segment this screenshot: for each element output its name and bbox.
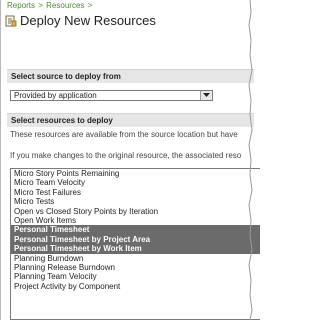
page-title: Deploy New Resources [20, 12, 156, 28]
page-title-row: Deploy New Resources [5, 12, 156, 28]
breadcrumb-link-resources[interactable]: Resources [46, 1, 84, 10]
source-section-header: Select source to deploy from [7, 69, 254, 83]
breadcrumb-separator: > [38, 1, 43, 10]
report-resource-icon [5, 14, 17, 27]
resource-list-item[interactable]: Micro Tests [11, 197, 260, 206]
source-select[interactable]: Provided by application [10, 90, 213, 101]
resource-list-item[interactable]: Project Activity by Component [11, 282, 260, 291]
resource-list-item[interactable]: Open vs Closed Story Points by Iteration [11, 207, 260, 216]
resource-list-item[interactable]: Planning Release Burndown [11, 263, 260, 272]
resource-list-item[interactable]: Planning Burndown [11, 254, 260, 263]
resource-listbox[interactable]: Micro Story Points Remaining Micro Team V… [10, 168, 260, 320]
resource-list-item[interactable]: Personal Timesheet by Work Item [11, 244, 260, 254]
chevron-down-icon[interactable] [200, 91, 212, 100]
breadcrumb-link-reports[interactable]: Reports [7, 1, 35, 10]
source-select-value: Provided by application [14, 91, 97, 100]
torn-edge [247, 0, 253, 321]
info-text-changes: If you make changes to the original reso… [10, 151, 242, 160]
resources-section-header: Select resources to deploy [7, 113, 254, 127]
resource-list-item[interactable]: Personal Timesheet [11, 225, 260, 235]
resource-list-item[interactable]: Open Work Items [11, 216, 260, 225]
resource-list-item[interactable]: Planning Team Velocity [11, 272, 260, 281]
resource-list-item[interactable]: Micro Story Points Remaining [11, 169, 260, 178]
breadcrumb: Reports > Resources > [7, 1, 93, 10]
info-text-available: These resources are available from the s… [10, 130, 238, 139]
breadcrumb-separator: > [87, 1, 93, 10]
resource-list-item[interactable]: Personal Timesheet by Project Area [11, 234, 260, 245]
resource-list-item[interactable]: Micro Test Failures [11, 188, 260, 197]
resource-list-item[interactable]: Micro Team Velocity [11, 178, 260, 187]
deploy-resources-page: Reports > Resources > Deploy New Resourc… [0, 0, 260, 321]
